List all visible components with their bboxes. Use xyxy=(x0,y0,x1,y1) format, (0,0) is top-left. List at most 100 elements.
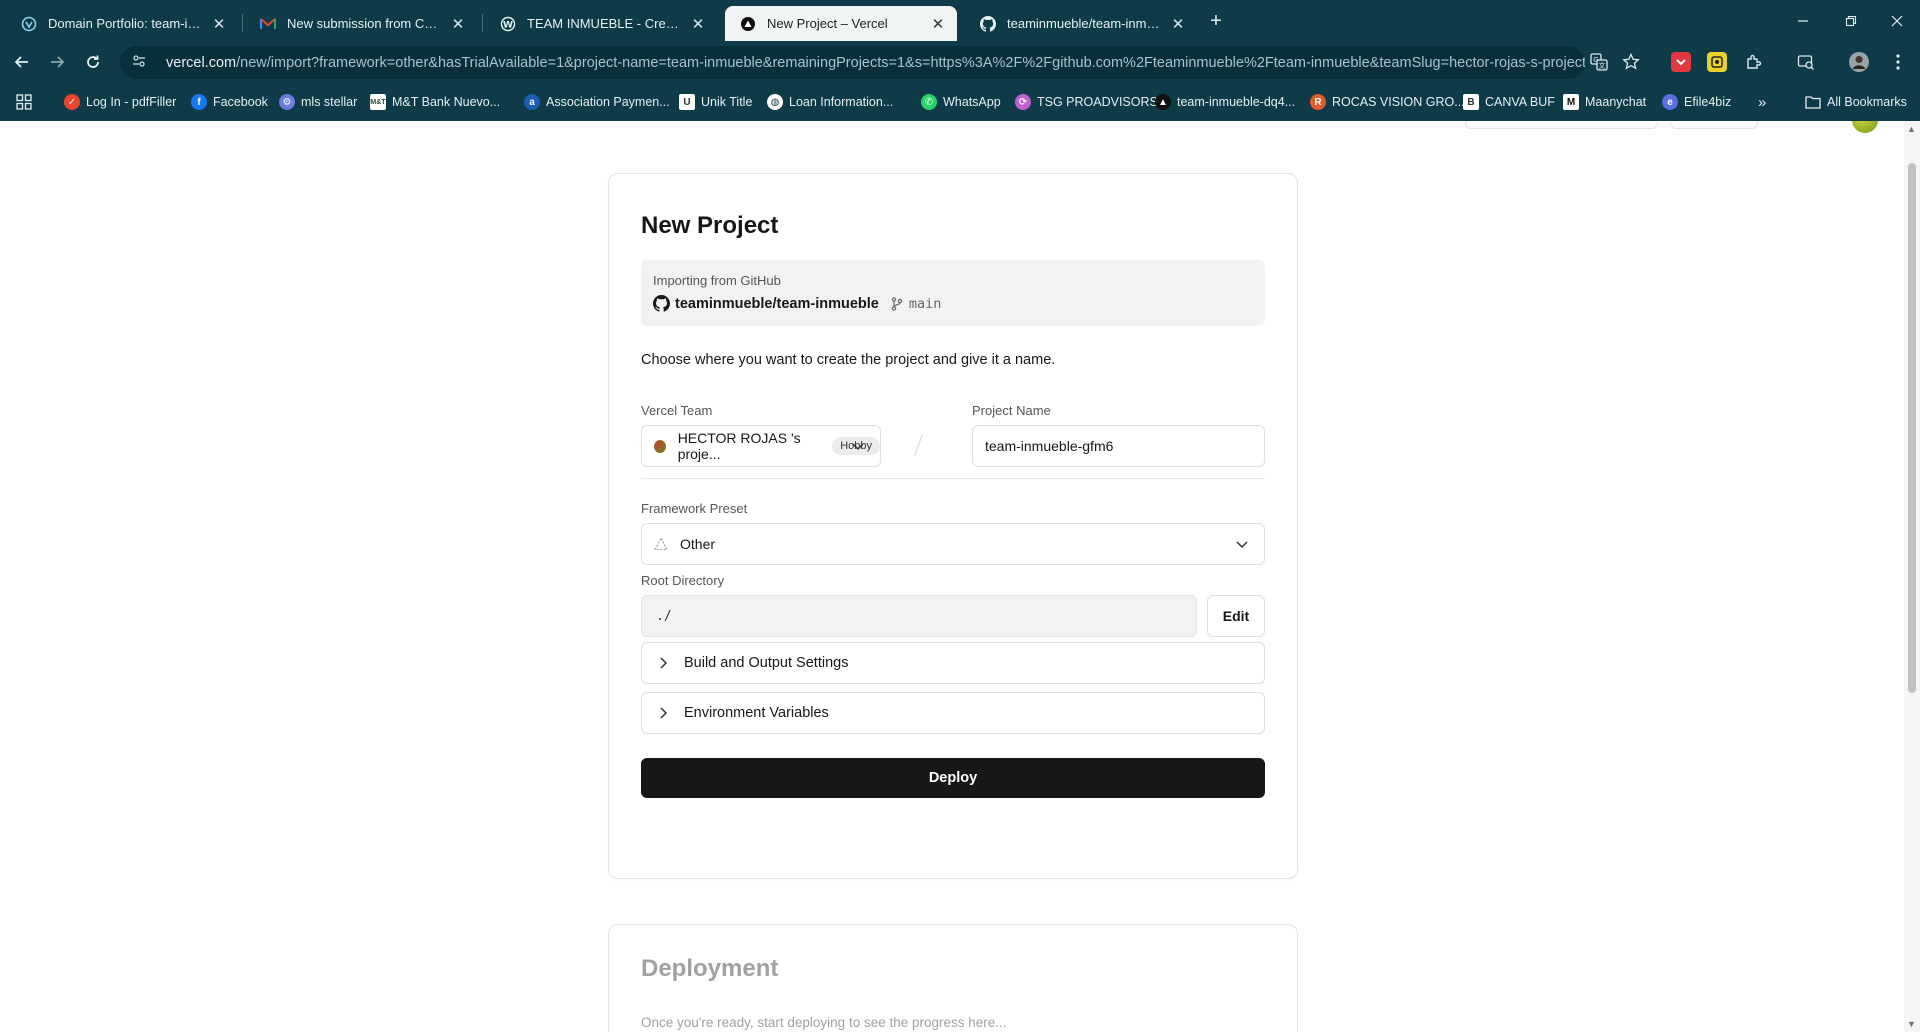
close-window-button[interactable] xyxy=(1874,0,1920,41)
vercel-team-label: Vercel Team xyxy=(641,403,713,418)
edit-root-directory-button[interactable]: Edit xyxy=(1207,595,1265,637)
browser-menu-button[interactable] xyxy=(1885,49,1911,75)
extensions-button[interactable] xyxy=(1741,49,1767,75)
new-tab-button[interactable]: + xyxy=(1203,8,1229,34)
header-icon[interactable] xyxy=(1772,121,1796,129)
reload-icon xyxy=(87,55,99,68)
extension-yellow-icon[interactable] xyxy=(1707,52,1727,72)
bookmark-team-inmueble[interactable]: ▲ team-inmueble-dq4... xyxy=(1155,92,1295,112)
tab-new-project-vercel[interactable]: New Project – Vercel ✕ xyxy=(725,6,957,41)
bookmark-label: Facebook xyxy=(213,95,268,109)
team-name: HECTOR ROJAS 's proje... xyxy=(677,430,801,462)
bookmark-pdffiller[interactable]: ✓ Log In - pdfFiller xyxy=(64,92,176,112)
translate-button[interactable]: G文 xyxy=(1586,49,1612,75)
chevron-down-icon xyxy=(852,443,864,451)
close-icon[interactable]: ✕ xyxy=(1169,15,1187,33)
section-divider xyxy=(641,478,1265,479)
framework-value: Other xyxy=(680,536,716,552)
build-output-settings-toggle[interactable]: Build and Output Settings xyxy=(641,642,1265,684)
tab-separator xyxy=(482,14,483,32)
bookmark-maanychat[interactable]: M Maanychat xyxy=(1563,92,1646,112)
svg-text:文: 文 xyxy=(1599,61,1606,70)
bookmark-label: team-inmueble-dq4... xyxy=(1177,95,1296,109)
back-button[interactable] xyxy=(7,47,37,77)
tab-strip: Domain Portfolio: team-inmueble ✕ New su… xyxy=(0,0,1920,41)
bookmark-mt-bank[interactable]: M&T M&T Bank Nuevo... xyxy=(370,92,500,112)
bookmark-label: Log In - pdfFiller xyxy=(86,95,177,109)
header-control[interactable] xyxy=(1465,121,1658,129)
bookmark-facebook[interactable]: f Facebook xyxy=(191,92,268,112)
close-icon[interactable]: ✕ xyxy=(449,15,467,33)
bookmark-star-button[interactable] xyxy=(1618,49,1644,75)
tab-title: Domain Portfolio: team-inmueble xyxy=(48,16,204,31)
scroll-up-arrow[interactable]: ▲ xyxy=(1907,124,1916,134)
restore-button[interactable] xyxy=(1828,0,1874,41)
project-name-input[interactable] xyxy=(972,425,1265,467)
bookmark-mls-stellar[interactable]: ⚙ mls stellar xyxy=(279,92,357,112)
deploy-button[interactable]: Deploy xyxy=(641,758,1265,798)
address-bar[interactable]: vercel.com/new/import?framework=other&ha… xyxy=(120,46,1585,79)
site-settings-icon[interactable] xyxy=(132,54,152,71)
url-text: vercel.com/new/import?framework=other&ha… xyxy=(166,55,1585,71)
close-icon[interactable]: ✕ xyxy=(210,15,228,33)
reload-button[interactable] xyxy=(78,47,108,77)
user-avatar[interactable] xyxy=(1852,121,1878,133)
apps-button[interactable] xyxy=(16,92,32,112)
tab-github-repo[interactable]: teaminmueble/team-inmueble ✕ xyxy=(965,6,1197,41)
root-directory-field: ./ xyxy=(641,595,1197,637)
team-avatar xyxy=(654,439,666,453)
bookmark-label: Unik Title xyxy=(701,95,753,109)
more-vertical-icon xyxy=(1896,54,1900,70)
framework-preset-select[interactable]: Other xyxy=(641,523,1265,565)
bookmark-tsg-proadvisors[interactable]: ⟳ TSG PROADVISORS xyxy=(1015,92,1158,112)
page-scrollbar[interactable]: ▲ ▼ xyxy=(1904,121,1920,1032)
minimize-button[interactable] xyxy=(1780,0,1826,41)
page-viewport: New Project Importing from GitHub teamin… xyxy=(0,121,1920,1032)
bookmark-unik-title[interactable]: U Unik Title xyxy=(679,92,752,112)
github-icon xyxy=(979,15,997,33)
facebook-icon: f xyxy=(191,94,207,110)
import-label: Importing from GitHub xyxy=(653,273,781,288)
profile-button[interactable] xyxy=(1846,49,1872,75)
arrow-right-icon xyxy=(51,56,65,68)
new-project-card: New Project Importing from GitHub teamin… xyxy=(608,173,1298,879)
globe-icon: ◍ xyxy=(767,94,783,110)
tab-domain-portfolio[interactable]: Domain Portfolio: team-inmueble ✕ xyxy=(6,6,238,41)
scroll-down-arrow[interactable]: ▼ xyxy=(1907,1019,1916,1029)
bookmark-whatsapp[interactable]: ✆ WhatsApp xyxy=(921,92,1001,112)
header-icon[interactable] xyxy=(1812,121,1836,129)
tab-search-button[interactable] xyxy=(1793,49,1819,75)
header-control[interactable] xyxy=(1670,121,1758,129)
bookmark-loan-information[interactable]: ◍ Loan Information... xyxy=(767,92,893,112)
url-host: vercel.com xyxy=(166,54,237,71)
bookmarks-bar: ✓ Log In - pdfFiller f Facebook ⚙ mls stell… xyxy=(0,83,1920,121)
chevron-right-icon xyxy=(660,657,668,669)
tab-team-inmueble-wp[interactable]: W TEAM INMUEBLE - Crear página ✕ xyxy=(485,6,717,41)
scrollbar-thumb[interactable] xyxy=(1908,163,1916,693)
tab-title: New submission from Contacto xyxy=(287,16,443,31)
triangle-outline-icon xyxy=(654,537,668,551)
bookmark-label: Efile4biz xyxy=(1684,95,1732,109)
svg-text:W: W xyxy=(503,20,513,30)
all-bookmarks-button[interactable]: All Bookmarks xyxy=(1805,92,1907,112)
bookmark-association[interactable]: a Association Paymen... xyxy=(524,92,670,112)
bookmark-canva-buf[interactable]: B CANVA BUF xyxy=(1463,92,1555,112)
forward-button[interactable] xyxy=(42,47,72,77)
close-icon[interactable]: ✕ xyxy=(929,15,947,33)
repo-name[interactable]: teaminmueble/team-inmueble xyxy=(675,296,879,312)
vercel-team-select[interactable]: HECTOR ROJAS 's proje... Hobby xyxy=(641,425,881,467)
efile4biz-icon: e xyxy=(1662,94,1678,110)
vercel-icon xyxy=(20,15,38,33)
bookmark-label: TSG PROADVISORS xyxy=(1037,95,1158,109)
pocket-extension-icon[interactable] xyxy=(1671,52,1691,72)
bookmark-label: WhatsApp xyxy=(943,95,1001,109)
env-vars-label: Environment Variables xyxy=(684,705,829,721)
tab-gmail[interactable]: New submission from Contacto ✕ xyxy=(245,6,477,41)
close-icon[interactable]: ✕ xyxy=(689,15,707,33)
deployment-title: Deployment xyxy=(641,955,779,982)
environment-variables-toggle[interactable]: Environment Variables xyxy=(641,692,1265,734)
more-bookmarks-button[interactable]: » xyxy=(1758,92,1766,112)
tab-search-icon xyxy=(1797,55,1814,70)
bookmark-rocas-vision[interactable]: R ROCAS VISION GRO... xyxy=(1310,92,1465,112)
bookmark-efile4biz[interactable]: e Efile4biz xyxy=(1662,92,1731,112)
